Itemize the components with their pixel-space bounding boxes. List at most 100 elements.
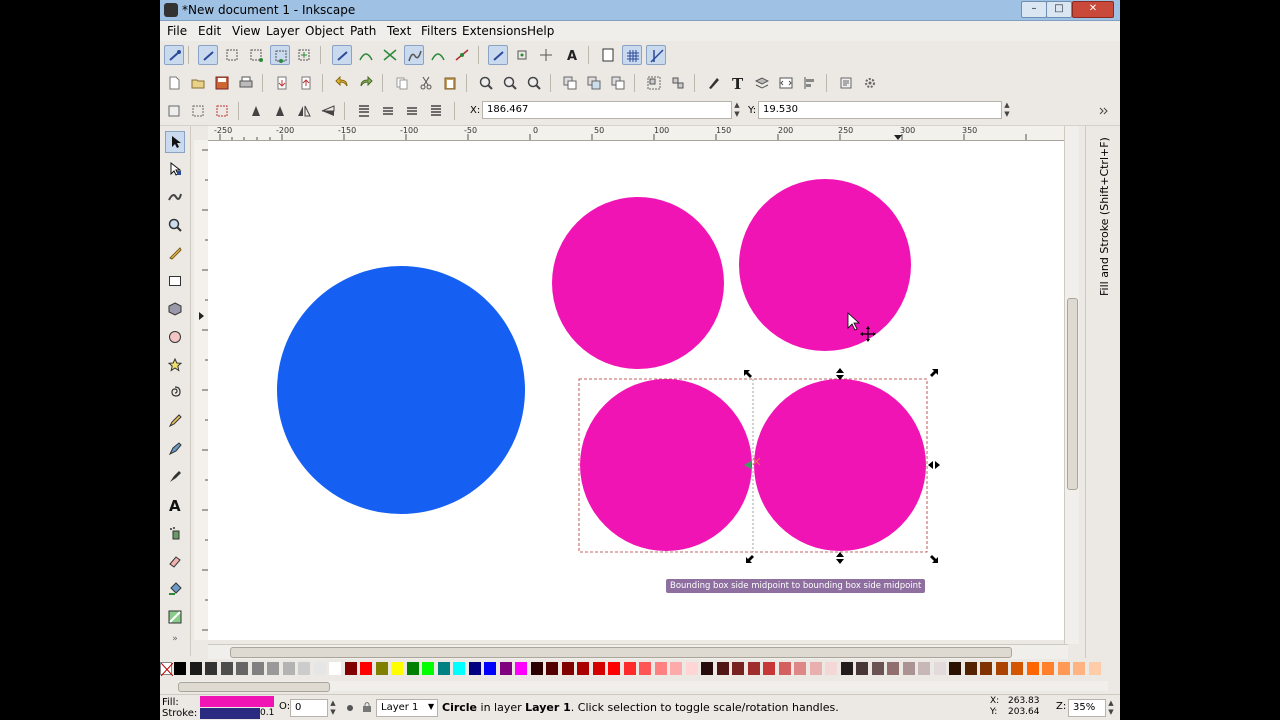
deselect-button[interactable] [212,101,232,121]
palette-swatch[interactable] [856,662,868,675]
handle-nw[interactable] [744,370,752,378]
palette-swatch[interactable] [561,662,574,675]
fill-stroke-dialog-button[interactable] [704,73,724,93]
palette-scrollbar-thumb[interactable] [178,682,330,692]
menu-filters[interactable]: Filters [421,24,457,38]
snap-enable-button[interactable] [164,45,184,65]
palette-swatch[interactable] [747,662,760,675]
menu-help[interactable]: Help [527,24,554,38]
palette-swatch[interactable] [840,662,853,675]
snap-bbox-button[interactable] [198,45,218,65]
horizontal-scrollbar[interactable] [208,644,1068,659]
palette-swatch[interactable] [1042,662,1054,675]
palette-swatch[interactable] [902,662,915,675]
minimize-button[interactable]: – [1021,1,1047,18]
gradient-tool[interactable] [165,607,185,629]
snap-text-baseline-button[interactable]: A [562,45,582,65]
text-tool[interactable]: A [165,495,185,517]
menu-edit[interactable]: Edit [198,24,221,38]
paste-button[interactable] [440,73,460,93]
palette-swatch[interactable] [670,662,682,675]
palette-swatch[interactable] [887,662,899,675]
palette-swatch[interactable] [639,662,651,675]
palette-swatch[interactable] [515,662,527,675]
palette-swatch[interactable] [329,662,341,675]
unlink-clone-button[interactable] [608,73,628,93]
palette-swatch[interactable] [1011,662,1023,675]
duplicate-button[interactable] [560,73,580,93]
snap-paths-button[interactable] [356,45,376,65]
y-spin-button[interactable]: ▲ ▼ [1002,101,1012,119]
menu-layer[interactable]: Layer [266,24,299,38]
palette-swatch[interactable] [298,662,310,675]
cut-button[interactable] [416,73,436,93]
snap-nodes-button[interactable] [332,45,352,65]
export-button[interactable] [296,73,316,93]
close-button[interactable]: ✕ [1072,1,1114,18]
palette-swatch[interactable] [794,662,806,675]
palette-swatch[interactable] [437,662,450,675]
palette-swatch[interactable] [484,662,496,675]
snap-guides-button[interactable] [646,45,666,65]
open-button[interactable] [188,73,208,93]
palette-swatch[interactable] [825,662,837,675]
zoom-page-button[interactable] [524,73,544,93]
snap-bbox-edge-button[interactable] [222,45,242,65]
tweak-tool[interactable] [165,187,185,209]
new-document-button[interactable] [164,73,184,93]
palette-swatch[interactable] [778,662,791,675]
palette-swatch[interactable] [949,662,961,675]
snap-grid-button[interactable] [622,45,642,65]
stroke-color-indicator[interactable] [200,708,260,719]
palette-swatch[interactable] [313,662,326,675]
y-coordinate-field[interactable]: 19.530 [758,101,1002,119]
document-properties-button[interactable] [860,73,880,93]
magenta-circle-bottom-left[interactable] [580,379,752,551]
blue-circle[interactable] [277,266,525,514]
measure-tool[interactable] [165,243,185,265]
ungroup-button[interactable] [668,73,688,93]
pen-tool[interactable] [165,439,185,461]
palette-swatch[interactable] [453,662,465,675]
menu-extensions[interactable]: Extensions [462,24,527,38]
clone-button[interactable] [584,73,604,93]
palette-swatch[interactable] [701,662,713,675]
palette-swatch[interactable] [189,662,202,675]
palette-swatch[interactable] [732,662,744,675]
redo-button[interactable] [356,73,376,93]
align-distribute-button[interactable] [800,73,820,93]
palette-swatch[interactable] [282,662,295,675]
palette-swatch[interactable] [964,662,977,675]
group-button[interactable] [644,73,664,93]
no-paint-swatch[interactable] [160,662,174,677]
eye-icon[interactable] [344,702,356,714]
palette-swatch[interactable] [530,662,543,675]
magenta-circle-top-right[interactable] [739,179,911,351]
palette-swatch[interactable] [871,662,884,675]
palette-swatch[interactable] [685,662,698,675]
save-button[interactable] [212,73,232,93]
palette-swatch[interactable] [267,662,279,675]
menu-object[interactable]: Object [305,24,344,38]
palette-scrollbar[interactable] [178,681,1108,692]
rotate-ccw-button[interactable] [246,101,266,121]
select-all-layers-button[interactable] [188,101,208,121]
zoom-drawing-button[interactable] [500,73,520,93]
spray-tool[interactable] [165,523,185,545]
import-button[interactable] [272,73,292,93]
x-coordinate-field[interactable]: 186.467 [482,101,732,119]
snap-cusp-nodes-button[interactable] [404,45,424,65]
ellipse-tool[interactable] [165,327,185,349]
lower-to-bottom-button[interactable] [354,101,374,121]
flip-vertical-button[interactable] [318,101,338,121]
vertical-scrollbar-thumb[interactable] [1067,298,1078,490]
menu-text[interactable]: Text [387,24,411,38]
layers-dialog-button[interactable] [752,73,772,93]
palette-swatch[interactable] [360,662,372,675]
paint-bucket-tool[interactable] [165,579,185,601]
handle-n[interactable] [836,368,844,380]
zoom-selection-button[interactable] [476,73,496,93]
snap-page-border-button[interactable] [598,45,618,65]
zoom-spin-button[interactable]: ▲ ▼ [1106,699,1116,717]
palette-swatch[interactable] [220,662,233,675]
